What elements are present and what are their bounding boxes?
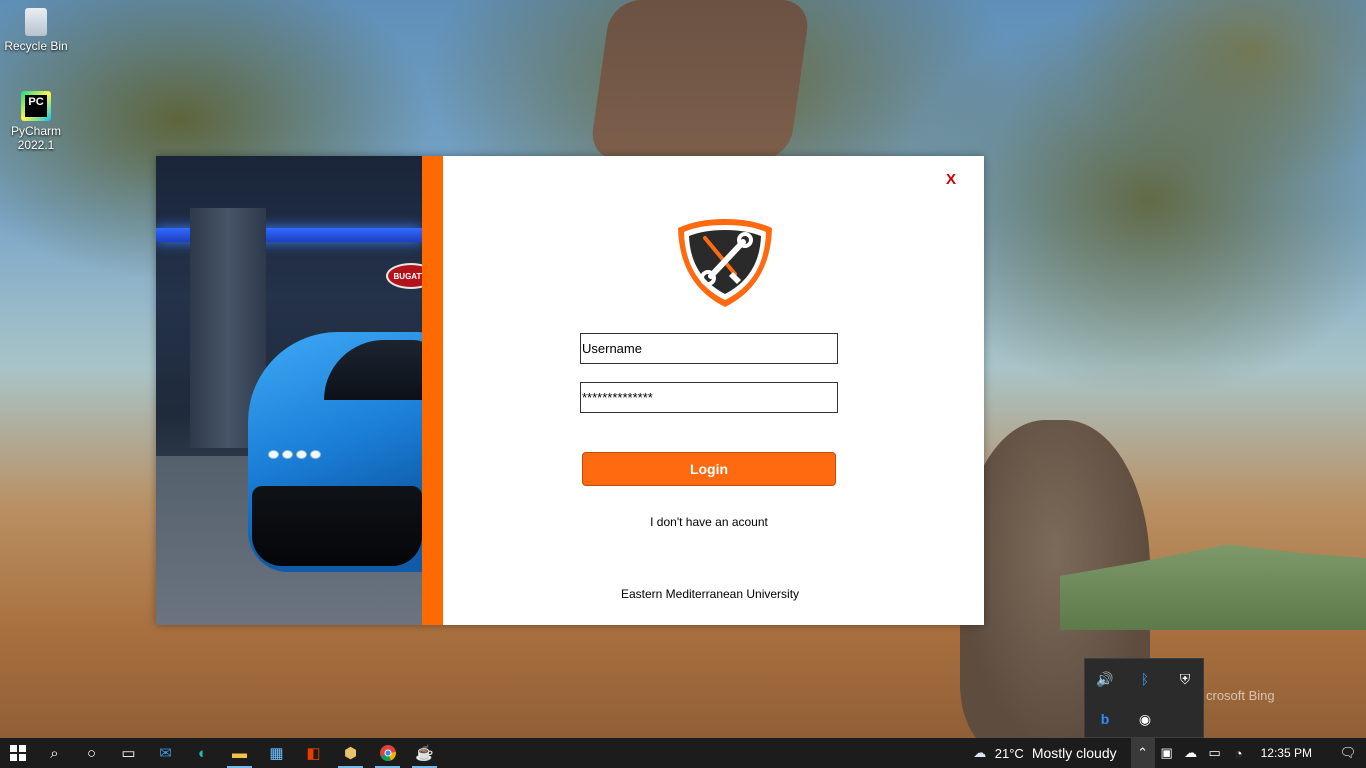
university-footer: Eastern Mediterranean University bbox=[620, 587, 800, 601]
onedrive-icon[interactable]: ☁ bbox=[1179, 738, 1203, 768]
desktop-icon-label: Recycle Bin bbox=[4, 39, 68, 53]
security-shield-icon[interactable]: ⛨ bbox=[1165, 659, 1205, 699]
close-button[interactable]: X bbox=[946, 171, 956, 188]
cortana-icon[interactable]: ○ bbox=[73, 738, 110, 768]
bugatti-badge: BUGATTI bbox=[386, 263, 422, 289]
pycharm-icon-text: PC bbox=[25, 95, 47, 117]
wifi-icon[interactable]: ◔ bbox=[1227, 738, 1251, 768]
car-image-panel: BUGATTI bbox=[156, 156, 422, 625]
desktop-icon-recycle-bin[interactable]: Recycle Bin bbox=[0, 8, 72, 53]
desktop-icon-pycharm[interactable]: PC PyCharm 2022.1 bbox=[0, 91, 72, 152]
car-grille bbox=[252, 486, 422, 566]
pycharm-icon: PC bbox=[21, 91, 51, 121]
weather-icon[interactable]: ☁ bbox=[965, 738, 995, 768]
search-icon[interactable]: ⌕ bbox=[36, 738, 73, 768]
file-explorer-icon[interactable]: ▬ bbox=[221, 738, 258, 768]
bing-icon[interactable]: b bbox=[1085, 699, 1125, 739]
office-icon[interactable]: ◧ bbox=[295, 738, 332, 768]
bluetooth-icon[interactable]: ᛒ bbox=[1125, 659, 1165, 699]
weather-condition[interactable]: Mostly cloudy bbox=[1032, 745, 1117, 761]
taskbar: ⌕ ○ ▭ ✉ ◐ ▬ ▦ ◧ ⬢ ☕ ☁ 21°C Mostly cloudy… bbox=[0, 738, 1366, 768]
system-tray: ☁ 21°C Mostly cloudy ⌃ ▣ ☁ ▭ ◔ 12:35 PM … bbox=[965, 738, 1366, 768]
username-field[interactable] bbox=[580, 333, 838, 364]
accent-strip bbox=[422, 156, 443, 625]
notification-icon[interactable]: 🗨 bbox=[1330, 738, 1366, 768]
chevron-up-icon[interactable]: ⌃ bbox=[1130, 738, 1155, 768]
shield-wrench-icon bbox=[678, 219, 772, 307]
recycle-bin-icon bbox=[25, 8, 47, 36]
desktop-icon-label-line1: PyCharm bbox=[10, 124, 61, 138]
wallpaper-branch bbox=[588, 0, 812, 160]
store-icon[interactable]: ▦ bbox=[258, 738, 295, 768]
app-icon[interactable]: ⬢ bbox=[332, 738, 369, 768]
clock[interactable]: 12:35 PM bbox=[1261, 746, 1312, 760]
tray-overflow-flyout: 🔊 ᛒ ⛨ b ◉ bbox=[1084, 658, 1204, 738]
chrome-icon[interactable] bbox=[369, 738, 406, 768]
weather-temp[interactable]: 21°C bbox=[995, 746, 1024, 761]
password-field[interactable] bbox=[580, 382, 838, 413]
task-view-icon[interactable]: ▭ bbox=[110, 738, 147, 768]
signup-link[interactable]: I don't have an acount bbox=[626, 515, 792, 529]
login-window: BUGATTI X Login I don't have an acount E… bbox=[156, 156, 984, 625]
record-icon[interactable]: ◉ bbox=[1125, 699, 1165, 739]
desktop-icon-label-line2: 2022.1 bbox=[17, 138, 55, 152]
start-icon[interactable] bbox=[0, 738, 36, 768]
mechanic-shield-logo bbox=[675, 216, 775, 310]
bing-watermark: crosoft Bing bbox=[1206, 688, 1275, 703]
volume-icon[interactable]: 🔊 bbox=[1085, 659, 1125, 699]
mail-icon[interactable]: ✉ bbox=[147, 738, 184, 768]
battery-icon[interactable]: ▭ bbox=[1203, 738, 1227, 768]
edge-icon[interactable]: ◐ bbox=[184, 738, 221, 768]
java-icon[interactable]: ☕ bbox=[406, 738, 443, 768]
login-button[interactable]: Login bbox=[582, 452, 836, 486]
car-headlights bbox=[268, 450, 321, 459]
meet-now-icon[interactable]: ▣ bbox=[1155, 738, 1179, 768]
